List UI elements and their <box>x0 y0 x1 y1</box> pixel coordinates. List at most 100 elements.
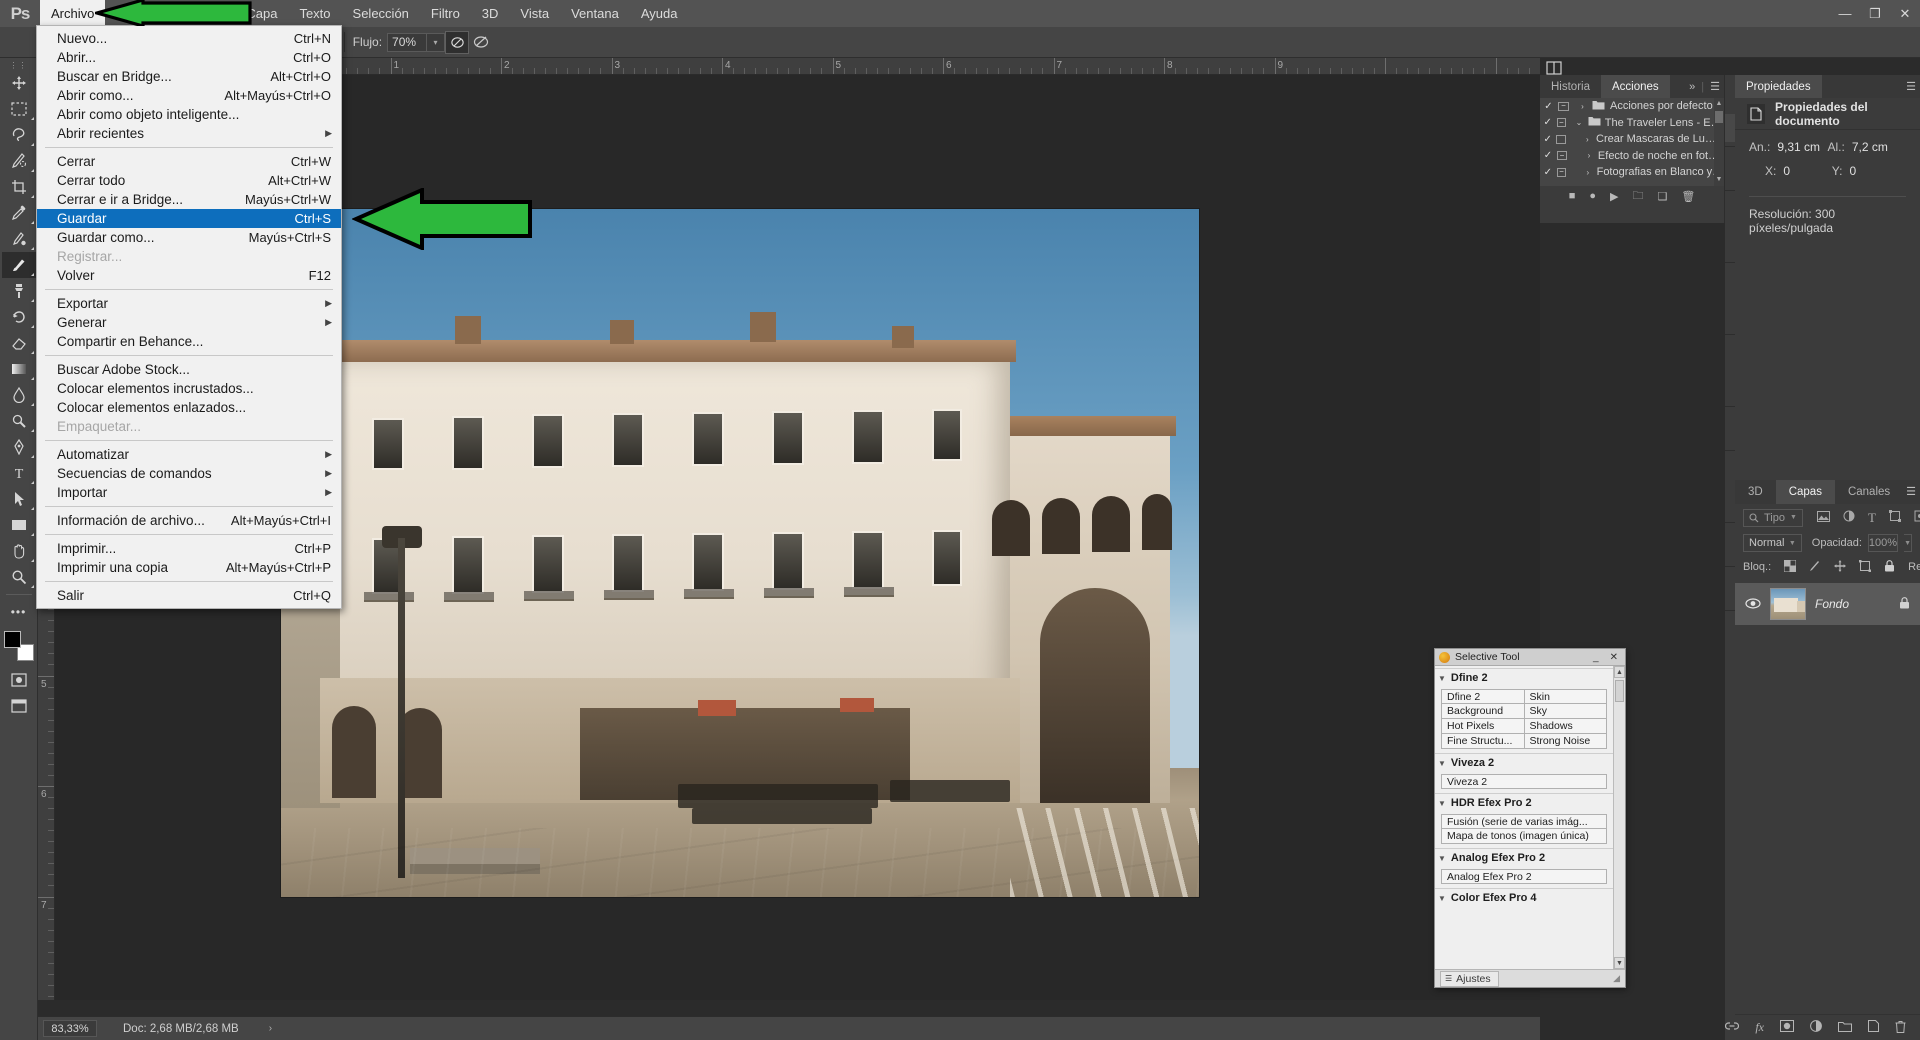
action-dialog-toggle[interactable]: − <box>1558 101 1569 111</box>
selective-group-header[interactable]: ▼ Dfine 2 <box>1435 668 1613 687</box>
filter-type-icon[interactable]: T <box>1868 510 1876 526</box>
y-value[interactable]: 0 <box>1849 164 1856 178</box>
menu-capa[interactable]: Capa <box>235 0 288 27</box>
fx-icon[interactable]: fx <box>1755 1020 1764 1035</box>
menu-item-colocar-elementos-enlazados[interactable]: Colocar elementos enlazados... <box>37 398 341 417</box>
tool-gradient[interactable] <box>2 356 36 382</box>
minimize-icon[interactable]: _ <box>1590 652 1602 663</box>
file-menu-dropdown[interactable]: Nuevo... Ctrl+N Abrir... Ctrl+O Buscar en Br… <box>36 25 342 609</box>
action-row[interactable]: ✓ − › Efecto de noche en fotos d... <box>1540 148 1724 165</box>
lock-image-icon[interactable] <box>1809 560 1821 575</box>
foreground-background-colors[interactable] <box>3 631 34 661</box>
resize-grip[interactable]: ◢ <box>1613 973 1620 984</box>
menu-item-nuevo[interactable]: Nuevo... Ctrl+N <box>37 29 341 48</box>
menu-item-cerrar-e-ir-a-bridge[interactable]: Cerrar e ir a Bridge... Mayús+Ctrl+W <box>37 190 341 209</box>
action-enabled-checkbox[interactable]: ✓ <box>1543 150 1553 161</box>
menu-item-cerrar[interactable]: Cerrar Ctrl+W <box>37 152 341 171</box>
chevron-down-icon[interactable]: ▼ <box>1438 759 1446 768</box>
mask-icon[interactable] <box>1780 1020 1794 1035</box>
record-icon[interactable]: ● <box>1589 190 1596 202</box>
menu-ventana[interactable]: Ventana <box>560 0 630 27</box>
layer-row-fondo[interactable]: Fondo <box>1735 583 1920 625</box>
chevron-down-icon[interactable]: ▼ <box>1789 540 1796 547</box>
menu-item-imprimir[interactable]: Imprimir... Ctrl+P <box>37 539 341 558</box>
menu-item-importar[interactable]: Importar ▶ <box>37 483 341 502</box>
blend-mode-select[interactable]: Normal ▼ <box>1743 534 1802 552</box>
selective-group-header[interactable]: ▼ HDR Efex Pro 2 <box>1435 793 1613 812</box>
tool-history-brush[interactable] <box>2 304 36 330</box>
layer-filter-select[interactable]: Tipo ▼ <box>1743 508 1803 527</box>
lock-transparency-icon[interactable] <box>1783 559 1797 575</box>
tool-edit-toolbar[interactable]: ••• <box>2 599 36 625</box>
x-value[interactable]: 0 <box>1783 164 1790 178</box>
new-action-icon[interactable]: ❑ <box>1657 190 1667 203</box>
menu-imagen[interactable]: Imagen <box>170 0 235 27</box>
adjustment-icon[interactable] <box>1810 1020 1822 1035</box>
status-expand-icon[interactable]: › <box>269 1023 272 1034</box>
actions-list[interactable]: ▲ ▼ ✓ − › Acciones por defecto ✓ − ⌄ The Travel… <box>1540 98 1724 186</box>
delete-icon[interactable]: 🗑 <box>1681 190 1695 203</box>
group-icon[interactable] <box>1838 1021 1852 1035</box>
new-layer-icon[interactable] <box>1868 1020 1879 1035</box>
action-expand-chevron-icon[interactable]: › <box>1584 151 1594 160</box>
airbrush-toggle-icon[interactable] <box>445 30 470 54</box>
opacity-slider-caret[interactable]: ▼ <box>1904 534 1912 552</box>
menu-item-buscar-en-bridge[interactable]: Buscar en Bridge... Alt+Ctrl+O <box>37 67 341 86</box>
tool-dodge[interactable] <box>2 408 36 434</box>
tool-zoom[interactable] <box>2 564 36 590</box>
play-icon[interactable]: ▶ <box>1610 190 1618 203</box>
restore-button[interactable]: ❐ <box>1860 0 1890 27</box>
scroll-thumb[interactable] <box>1615 680 1624 702</box>
link-icon[interactable] <box>1725 1020 1740 1035</box>
lock-position-icon[interactable] <box>1834 559 1847 575</box>
tool-hand[interactable] <box>2 538 36 564</box>
selective-group-header[interactable]: ▼ Color Efex Pro 4 <box>1435 888 1613 907</box>
menu-vista[interactable]: Vista <box>509 0 560 27</box>
menu-item-exportar[interactable]: Exportar ▶ <box>37 294 341 313</box>
tool-rectangular-marquee[interactable] <box>2 96 36 122</box>
menu-item-automatizar[interactable]: Automatizar ▶ <box>37 445 341 464</box>
tab-historia[interactable]: Historia <box>1540 75 1601 98</box>
tool-screen-mode[interactable] <box>2 693 36 719</box>
panel-menu-icon[interactable]: ☰ <box>1906 80 1916 93</box>
tab-canales[interactable]: Canales <box>1835 480 1903 504</box>
menu-3d[interactable]: 3D <box>471 0 510 27</box>
menu-item-secuencias-de-comandos[interactable]: Secuencias de comandos ▶ <box>37 464 341 483</box>
menu-item-compartir-en-behance[interactable]: Compartir en Behance... <box>37 332 341 351</box>
menu-texto[interactable]: Texto <box>288 0 341 27</box>
tool-clone-stamp[interactable] <box>2 278 36 304</box>
tool-rectangle-shape[interactable] <box>2 512 36 538</box>
close-icon[interactable]: ✕ <box>1607 652 1621 663</box>
tab-3d[interactable]: 3D <box>1735 480 1776 504</box>
tool-quick-selection[interactable] <box>2 148 36 174</box>
selective-preset-button[interactable]: Analog Efex Pro 2 <box>1441 869 1607 884</box>
smoothing-icon[interactable] <box>469 31 493 54</box>
selective-preset-button[interactable]: Hot Pixels <box>1441 719 1525 734</box>
zoom-level-input[interactable]: 83,33% <box>43 1020 97 1037</box>
action-expand-chevron-icon[interactable]: › <box>1583 135 1592 144</box>
layer-visibility-eye-icon[interactable] <box>1745 597 1761 612</box>
selective-group-header[interactable]: ▼ Viveza 2 <box>1435 753 1613 772</box>
menu-archivo[interactable]: Archivo <box>40 0 106 27</box>
menu-ayuda[interactable]: Ayuda <box>630 0 689 27</box>
tool-blur[interactable] <box>2 382 36 408</box>
menu-item-generar[interactable]: Generar ▶ <box>37 313 341 332</box>
menu-item-abrir-recientes[interactable]: Abrir recientes ▶ <box>37 124 341 143</box>
menu-item-imprimir-una-copia[interactable]: Imprimir una copia Alt+Mayús+Ctrl+P <box>37 558 341 577</box>
layer-opacity-value[interactable]: 100% <box>1867 534 1899 552</box>
action-row[interactable]: ✓ − › Acciones por defecto <box>1540 98 1724 115</box>
scroll-down-icon[interactable]: ▼ <box>1614 957 1625 969</box>
selective-preset-button[interactable]: Strong Noise <box>1524 734 1607 749</box>
action-enabled-checkbox[interactable]: ✓ <box>1543 117 1553 128</box>
tool-pen[interactable] <box>2 434 36 460</box>
action-expand-chevron-icon[interactable]: ⌄ <box>1574 118 1584 127</box>
tool-path-selection[interactable] <box>2 486 36 512</box>
action-row[interactable]: ✓−⌄ The Traveler Lens - Español <box>1540 115 1724 132</box>
tab-propiedades[interactable]: Propiedades <box>1735 75 1822 98</box>
lock-artboard-icon[interactable] <box>1859 559 1872 575</box>
selective-preset-button[interactable]: Viveza 2 <box>1441 774 1607 789</box>
filter-adjustment-icon[interactable] <box>1843 510 1855 525</box>
tool-crop[interactable] <box>2 174 36 200</box>
ajustes-tab[interactable]: ☰ Ajustes <box>1440 970 1499 987</box>
close-button[interactable]: ✕ <box>1890 0 1920 27</box>
